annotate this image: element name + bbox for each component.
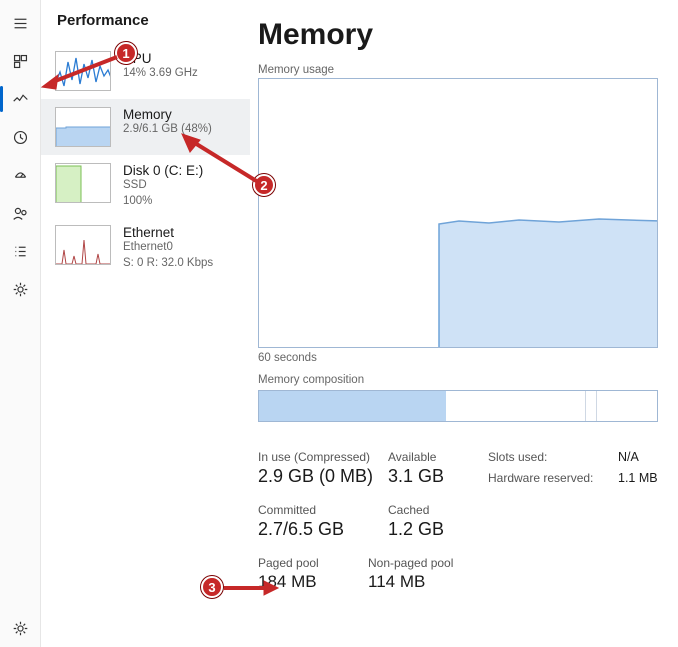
card-sub: 2.9/6.1 GB (48%) bbox=[123, 122, 212, 138]
nav-history[interactable] bbox=[0, 118, 40, 156]
slots-key: Slots used: bbox=[488, 450, 618, 464]
inuse-key: In use (Compressed) bbox=[258, 450, 388, 464]
card-title: Memory bbox=[123, 107, 212, 122]
nav-services[interactable] bbox=[0, 270, 40, 308]
nonpaged-val: 114 MB bbox=[368, 572, 498, 592]
composition-label: Memory composition bbox=[258, 374, 678, 386]
nav-details[interactable] bbox=[0, 232, 40, 270]
page-title: Memory bbox=[258, 18, 678, 52]
card-sub2: 100% bbox=[123, 194, 203, 210]
card-sub: 14% 3.69 GHz bbox=[123, 66, 198, 82]
sidebar-item-disk[interactable]: Disk 0 (C: E:) SSD 100% bbox=[41, 155, 250, 217]
hw-val: 1.1 MB bbox=[618, 471, 678, 485]
cpu-thumb-icon bbox=[55, 51, 111, 91]
avail-val: 3.1 GB bbox=[388, 466, 488, 487]
ethernet-thumb-icon bbox=[55, 225, 111, 265]
card-title: Ethernet bbox=[123, 225, 213, 240]
nav-performance[interactable] bbox=[0, 80, 40, 118]
card-sub: SSD bbox=[123, 178, 203, 194]
nav-users[interactable] bbox=[0, 194, 40, 232]
card-title: CPU bbox=[123, 51, 198, 66]
cache-val: 1.2 GB bbox=[388, 519, 488, 540]
sidebar-item-ethernet[interactable]: Ethernet Ethernet0 S: 0 R: 32.0 Kbps bbox=[41, 217, 250, 279]
memory-usage-chart bbox=[258, 78, 658, 348]
cache-key: Cached bbox=[388, 503, 488, 517]
chart-label: Memory usage bbox=[258, 64, 678, 76]
card-sub: Ethernet0 bbox=[123, 240, 213, 256]
memory-composition-bar bbox=[258, 390, 658, 422]
sidebar-item-memory[interactable]: Memory 2.9/6.1 GB (48%) bbox=[41, 99, 250, 155]
chart-xaxis: 60 seconds bbox=[258, 352, 678, 364]
avail-key: Available bbox=[388, 450, 488, 464]
pagedpool-val: 184 MB bbox=[258, 572, 368, 592]
pagedpool-key: Paged pool bbox=[258, 556, 368, 570]
sidebar-item-cpu[interactable]: CPU 14% 3.69 GHz bbox=[41, 43, 250, 99]
nav-processes[interactable] bbox=[0, 42, 40, 80]
hw-key: Hardware reserved: bbox=[488, 471, 618, 485]
nonpaged-key: Non-paged pool bbox=[368, 556, 498, 570]
settings-button[interactable] bbox=[0, 609, 40, 647]
nav-startup[interactable] bbox=[0, 156, 40, 194]
inuse-val: 2.9 GB (0 MB) bbox=[258, 466, 388, 487]
card-title: Disk 0 (C: E:) bbox=[123, 163, 203, 178]
commit-val: 2.7/6.5 GB bbox=[258, 519, 388, 540]
card-sub2: S: 0 R: 32.0 Kbps bbox=[123, 256, 213, 272]
disk-thumb-icon bbox=[55, 163, 111, 203]
memory-thumb-icon bbox=[55, 107, 111, 147]
page-header: Performance bbox=[41, 8, 250, 43]
slots-val: N/A bbox=[618, 450, 678, 464]
commit-key: Committed bbox=[258, 503, 388, 517]
menu-button[interactable] bbox=[0, 4, 40, 42]
